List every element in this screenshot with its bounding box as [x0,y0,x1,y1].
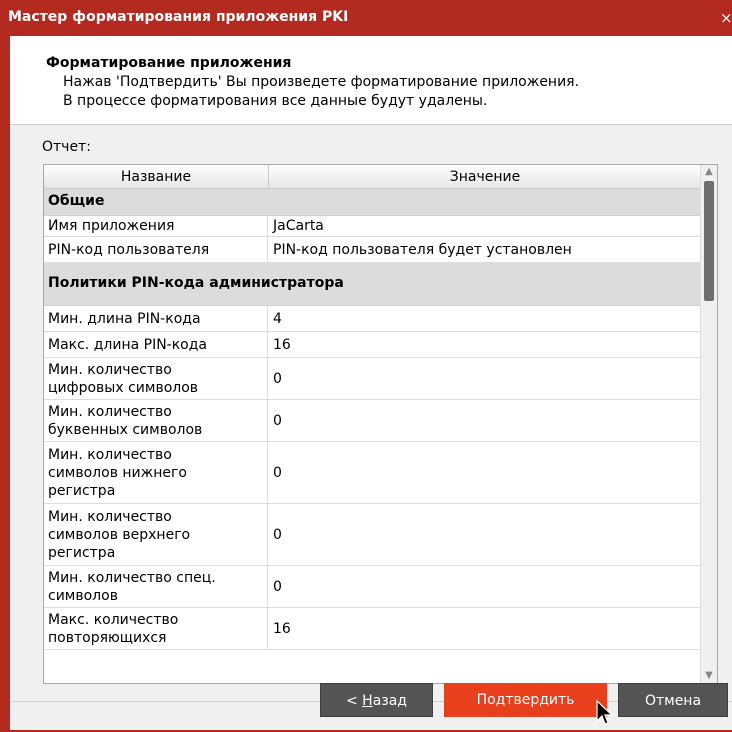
close-icon[interactable]: × [720,10,732,26]
confirm-button[interactable]: Подтвердить [444,683,607,717]
cell-name-text: Мин. длина PIN-кода [48,310,201,327]
cell-value: 16 [273,620,291,637]
cell-name: PIN-код пользователя [44,237,268,262]
table-row[interactable]: Мин. длина PIN-кода 4 [44,306,701,332]
section-row: Политики PIN-кода администратора [44,263,701,306]
cell-name-text: Макс. количество повторяющихся [48,611,179,646]
section-row: Общие [44,189,701,216]
back-button-label: азад [372,693,407,709]
table-row[interactable]: Макс. количество повторяющихся 16 [44,608,701,650]
back-button[interactable]: < Назад [320,683,433,717]
cell-name-text: Мин. количество символов нижнего регистр… [48,446,187,499]
table-row[interactable]: Мин. количество символов верхнего регист… [44,504,701,566]
cell-value: 4 [273,310,282,327]
cell-name: Мин. количество буквенных символов [44,400,268,441]
header-title: Форматирование приложения [46,55,292,71]
cell-name-text: Мин. количество буквенных символов [48,403,203,438]
dialog-window: Мастер форматирования приложения PKI × Ф… [0,0,732,732]
cell-name-text: PIN-код пользователя [48,241,210,258]
report-label: Отчет: [42,139,91,155]
table-row[interactable]: PIN-код пользователя PIN-код пользователя… [44,237,701,263]
back-button-mnemonic: Н [362,693,373,709]
cell-name: Мин. количество символов нижнего регистр… [44,442,268,503]
cell-value: 0 [273,370,282,387]
window-title: Мастер форматирования приложения PKI [8,9,349,25]
cell-name-text: Мин. количество символов верхнего регист… [48,508,191,561]
vertical-scrollbar[interactable]: ▲ ▼ [700,165,717,683]
table-row[interactable]: Макс. длина PIN-кода 16 [44,332,701,358]
scroll-up-arrow-icon[interactable]: ▲ [701,165,717,179]
cell-value: 0 [273,412,282,429]
table-row[interactable]: Мин. количество буквенных символов 0 [44,400,701,442]
cell-name-text: Имя приложения [48,218,175,234]
cell-name: Имя приложения [44,216,268,236]
scroll-down-arrow-icon[interactable]: ▼ [701,669,717,683]
cell-value: PIN-код пользователя будет установлен [273,241,572,258]
cell-name: Мин. длина PIN-кода [44,306,268,331]
wizard-header: Форматирование приложения Нажав 'Подтвер… [10,36,732,125]
cell-name-text: Мин. количество спец. символов [48,569,216,604]
table-row[interactable]: Мин. количество спец. символов 0 [44,566,701,608]
cell-value: 0 [273,464,282,481]
cell-name: Макс. длина PIN-кода [44,332,268,357]
dialog-body: Форматирование приложения Нажав 'Подтвер… [10,36,732,730]
section-title: Общие [48,193,105,209]
table-row[interactable]: Мин. количество символов нижнего регистр… [44,442,701,504]
cell-value: 0 [273,578,282,595]
title-bar[interactable]: Мастер форматирования приложения PKI × [0,0,732,36]
cell-name-text: Макс. длина PIN-кода [48,336,207,353]
header-description-line2: В процессе форматирования все данные буд… [63,93,488,109]
cancel-button[interactable]: Отмена [618,683,728,717]
back-button-prefix: < [345,693,363,709]
cell-name-text: Мин. количество цифровых символов [48,361,199,396]
header-description-line1: Нажав 'Подтвердить' Вы произведете форма… [63,74,580,90]
section-title: Политики PIN-кода администратора [48,275,344,291]
column-header-name[interactable]: Название [44,165,269,188]
column-header-value[interactable]: Значение [269,165,701,188]
cell-name: Мин. количество символов верхнего регист… [44,504,268,565]
cell-value: JaCarta [273,218,324,234]
cell-name: Макс. количество повторяющихся [44,608,268,649]
mouse-cursor-icon [596,700,614,725]
cell-name: Мин. количество спец. символов [44,566,268,607]
table-header: Название Значение [44,165,701,189]
scroll-thumb[interactable] [704,181,714,301]
cell-value: 16 [273,336,291,353]
report-table[interactable]: Название Значение Общие Имя приложения JaC… [43,164,718,684]
cell-value: 0 [273,526,282,543]
table-row[interactable]: Имя приложения JaCarta [44,216,701,237]
cell-name: Мин. количество цифровых символов [44,358,268,399]
table-row[interactable]: Мин. количество цифровых символов 0 [44,358,701,400]
